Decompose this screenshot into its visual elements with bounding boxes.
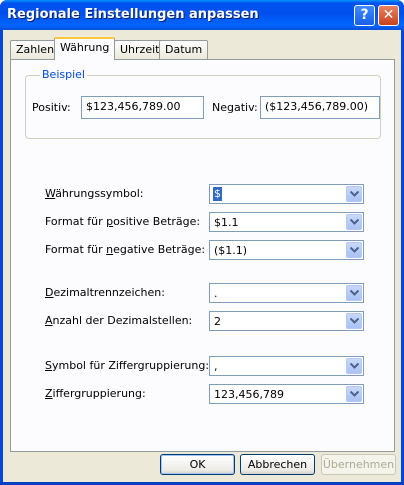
dialog-client-area: Zahlen Währung Uhrzeit Datum Beispiel Po…: [3, 30, 401, 482]
negative-format-combo[interactable]: ($1.1): [209, 240, 364, 260]
positive-example-label: Positiv:: [32, 101, 71, 114]
dropdown-arrow-icon[interactable]: [346, 242, 362, 258]
tab-zahlen[interactable]: Zahlen: [10, 40, 61, 59]
currency-tab-panel: Beispiel Positiv: $123,456,789.00 Negati…: [10, 59, 395, 452]
positive-example-field: $123,456,789.00: [81, 96, 204, 119]
positive-format-value: $1.1: [214, 216, 239, 229]
decimal-separator-combo[interactable]: .: [209, 283, 364, 303]
digit-grouping-value: 123,456,789: [214, 388, 284, 401]
dropdown-arrow-icon[interactable]: [346, 313, 362, 329]
grouping-symbol-value: ,: [214, 360, 218, 373]
cancel-button[interactable]: Abbrechen: [240, 454, 315, 475]
help-button[interactable]: ?: [354, 5, 375, 26]
example-groupbox: Beispiel Positiv: $123,456,789.00 Negati…: [25, 68, 381, 139]
title-bar[interactable]: Regionale Einstellungen anpassen ? ✕: [0, 0, 404, 30]
close-button[interactable]: ✕: [378, 5, 399, 26]
example-legend: Beispiel: [40, 68, 87, 81]
digit-grouping-label: Ziffergruppierung:: [45, 387, 146, 400]
dialog-window: Regionale Einstellungen anpassen ? ✕ Zah…: [0, 0, 404, 485]
dropdown-arrow-icon[interactable]: [346, 186, 362, 202]
dropdown-arrow-icon[interactable]: [346, 358, 362, 374]
positive-format-combo[interactable]: $1.1: [209, 212, 364, 232]
dropdown-arrow-icon[interactable]: [346, 285, 362, 301]
decimal-separator-value: .: [214, 287, 218, 300]
dropdown-arrow-icon[interactable]: [346, 386, 362, 402]
decimal-separator-label: Dezimaltrennzeichen:: [45, 286, 165, 299]
decimal-places-value: 2: [214, 315, 221, 328]
negative-example-field: ($123,456,789.00): [260, 96, 380, 119]
decimal-places-combo[interactable]: 2: [209, 311, 364, 331]
tab-datum[interactable]: Datum: [159, 40, 209, 59]
negative-format-value: ($1.1): [214, 244, 248, 257]
decimal-places-label: Anzahl der Dezimalstellen:: [45, 314, 193, 327]
currency-symbol-value: $: [213, 187, 222, 201]
grouping-symbol-combo[interactable]: ,: [209, 356, 364, 376]
tab-uhrzeit[interactable]: Uhrzeit: [114, 40, 166, 59]
dropdown-arrow-icon[interactable]: [346, 214, 362, 230]
window-title: Regionale Einstellungen anpassen: [7, 7, 259, 22]
currency-symbol-label: Währungssymbol:: [45, 187, 144, 200]
negative-example-label: Negativ:: [212, 101, 258, 114]
currency-symbol-combo[interactable]: $: [209, 184, 364, 204]
digit-grouping-combo[interactable]: 123,456,789: [209, 384, 364, 404]
tab-waehrung[interactable]: Währung: [54, 37, 116, 60]
ok-button[interactable]: OK: [160, 454, 235, 475]
positive-format-label: Format für positive Beträge:: [45, 215, 201, 228]
grouping-symbol-label: Symbol für Ziffergruppierung:: [45, 359, 210, 372]
negative-format-label: Format für negative Beträge:: [45, 243, 206, 256]
apply-button[interactable]: Übernehmen: [321, 454, 396, 475]
